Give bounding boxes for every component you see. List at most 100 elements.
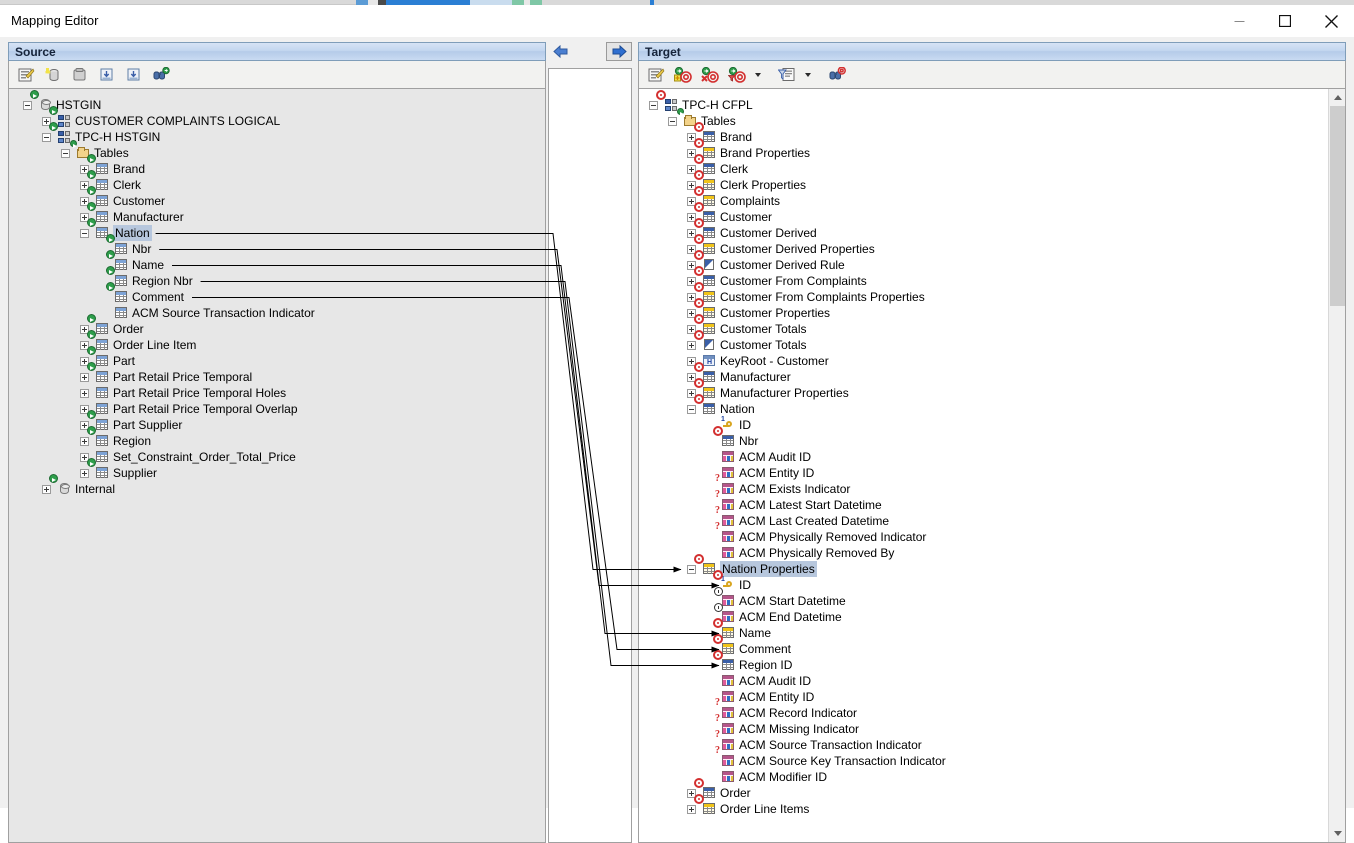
tree-item[interactable]: ? ACM Latest Start Datetime xyxy=(639,490,1328,513)
source-export-button[interactable] xyxy=(123,64,145,86)
tree-item[interactable]: Manufacturer Properties xyxy=(639,378,1328,401)
target-scrollbar[interactable] xyxy=(1328,89,1345,842)
tree-item[interactable]: Comment xyxy=(9,282,545,305)
tree-item[interactable]: ? ACM Exists Indicator xyxy=(639,474,1328,497)
tree-item[interactable]: Clerk Properties xyxy=(639,170,1328,193)
close-button[interactable] xyxy=(1308,5,1354,37)
scroll-up-icon[interactable] xyxy=(1329,89,1345,106)
expand-icon[interactable] xyxy=(687,341,696,350)
previous-mapping-button[interactable] xyxy=(548,42,574,61)
tree-item[interactable]: Manufacturer xyxy=(639,362,1328,385)
tree-item[interactable]: Customer Derived Properties xyxy=(639,234,1328,257)
tree-item[interactable]: ? ACM Last Created Datetime xyxy=(639,506,1328,529)
tree-item[interactable]: Customer Derived Rule xyxy=(639,250,1328,273)
expand-icon[interactable] xyxy=(80,437,89,446)
tree-item[interactable]: Nbr xyxy=(9,234,545,257)
tree-item[interactable]: Customer From Complaints Properties xyxy=(639,282,1328,305)
tree-item[interactable]: Customer xyxy=(639,202,1328,225)
tree-item[interactable]: Name xyxy=(639,618,1328,641)
maximize-button[interactable] xyxy=(1262,5,1308,37)
tree-item[interactable]: ACM Audit ID xyxy=(639,673,1328,689)
target-find-button[interactable] xyxy=(826,64,848,86)
tree-item[interactable]: Supplier xyxy=(9,458,545,481)
tree-item[interactable]: Region Nbr xyxy=(9,266,545,289)
source-add-database-button[interactable] xyxy=(42,64,64,86)
tree-item[interactable]: Region ID xyxy=(639,650,1328,673)
tree-item[interactable]: Tables xyxy=(639,108,1328,129)
minimize-button[interactable] xyxy=(1216,5,1262,37)
tree-item[interactable]: ACM Physically Removed By xyxy=(639,545,1328,561)
expand-icon[interactable] xyxy=(687,805,696,814)
target-delete-mapping-button[interactable] xyxy=(699,64,721,86)
tree-item[interactable]: ACM Entity ID xyxy=(639,465,1328,481)
collapse-icon[interactable] xyxy=(687,565,696,574)
scrollbar-thumb[interactable] xyxy=(1330,106,1345,306)
collapse-icon[interactable] xyxy=(42,133,51,142)
tree-item[interactable]: Customer Derived xyxy=(639,218,1328,241)
source-remove-object-button[interactable] xyxy=(69,64,91,86)
tree-item[interactable]: Nation Properties xyxy=(639,554,1328,577)
tree-item[interactable]: ? ACM Source Key Transaction Indicator xyxy=(639,746,1328,769)
tree-item[interactable]: ? ACM Source Transaction Indicator xyxy=(639,730,1328,753)
tree-item[interactable]: Brand xyxy=(639,122,1328,145)
source-find-button[interactable] xyxy=(150,64,172,86)
expand-icon[interactable] xyxy=(80,389,89,398)
next-mapping-button[interactable] xyxy=(606,42,632,61)
source-import-button[interactable] xyxy=(96,64,118,86)
tree-item[interactable]: Nation xyxy=(639,394,1328,417)
target-tree-pane[interactable]: TPC-H CFPL Tables Brand Brand Properties Cle… xyxy=(638,88,1346,843)
tree-item[interactable]: ? ACM Record Indicator xyxy=(639,698,1328,721)
collapse-icon[interactable] xyxy=(23,101,32,110)
tree-item[interactable]: ? ACM Physically Removed Indicator xyxy=(639,522,1328,545)
scroll-down-icon[interactable] xyxy=(1329,825,1345,842)
tree-item[interactable]: Region xyxy=(9,426,545,449)
tree-item[interactable]: Name xyxy=(9,250,545,273)
tree-item[interactable]: Complaints xyxy=(639,186,1328,209)
tree-item[interactable]: CUSTOMER COMPLAINTS LOGICAL xyxy=(9,106,545,129)
source-tree-pane[interactable]: HSTGIN CUSTOMER COMPLAINTS LOGICAL TPC-H H… xyxy=(8,88,546,843)
target-list-filter-caret[interactable] xyxy=(803,64,812,86)
tree-item[interactable]: Internal xyxy=(9,474,545,497)
tree-item[interactable]: H KeyRoot - Customer xyxy=(639,353,1328,369)
tree-item[interactable]: ACM Entity ID xyxy=(639,689,1328,705)
expand-icon[interactable] xyxy=(80,373,89,382)
tree-item[interactable]: ACM Modifier ID xyxy=(639,769,1328,785)
collapse-icon[interactable] xyxy=(687,405,696,414)
target-filter-mapping-button[interactable] xyxy=(726,64,748,86)
tree-item[interactable]: ACM End Datetime xyxy=(639,603,1328,625)
tree-item[interactable]: TPC-H HSTGIN xyxy=(9,122,545,145)
expand-icon[interactable] xyxy=(80,469,89,478)
tree-item[interactable]: HSTGIN xyxy=(9,90,545,113)
tree-item[interactable]: Nation xyxy=(9,218,545,241)
collapse-icon[interactable] xyxy=(649,101,658,110)
tree-item[interactable]: Order xyxy=(639,778,1328,801)
target-properties-button[interactable] xyxy=(645,64,667,86)
tree-item[interactable]: Customer Properties xyxy=(639,298,1328,321)
scrollbar-track[interactable] xyxy=(1330,306,1345,825)
tree-item[interactable]: ACM Start Datetime xyxy=(639,587,1328,609)
tree-item[interactable]: ACM Audit ID xyxy=(639,449,1328,465)
collapse-icon[interactable] xyxy=(61,149,70,158)
tree-item[interactable]: Customer Totals xyxy=(639,314,1328,337)
tree-item[interactable]: Part Retail Price Temporal Holes xyxy=(9,385,545,401)
tree-item[interactable]: Nbr xyxy=(639,426,1328,449)
tree-item[interactable]: ? ACM Missing Indicator xyxy=(639,714,1328,737)
tree-item[interactable]: TPC-H CFPL xyxy=(639,90,1328,113)
target-list-filter-button[interactable] xyxy=(776,64,798,86)
tree-item[interactable]: Customer From Complaints xyxy=(639,266,1328,289)
collapse-icon[interactable] xyxy=(80,229,89,238)
tree-item[interactable]: Customer Totals xyxy=(639,330,1328,353)
tree-item[interactable]: Order Line Items xyxy=(639,794,1328,817)
tree-item[interactable]: 1 ID xyxy=(639,416,1328,433)
collapse-icon[interactable] xyxy=(668,117,677,126)
target-add-mapping-button[interactable] xyxy=(672,64,694,86)
tree-item[interactable]: Brand Properties xyxy=(639,138,1328,161)
target-filter-dropdown-caret[interactable] xyxy=(753,64,762,86)
tree-item[interactable]: Clerk xyxy=(639,154,1328,177)
table-source-icon xyxy=(87,314,110,336)
tree-item[interactable]: 1 ID xyxy=(639,570,1328,593)
source-properties-button[interactable] xyxy=(15,64,37,86)
expand-icon[interactable] xyxy=(42,485,51,494)
tree-item[interactable]: Part Retail Price Temporal xyxy=(9,362,545,385)
tree-item[interactable]: Comment xyxy=(639,634,1328,657)
